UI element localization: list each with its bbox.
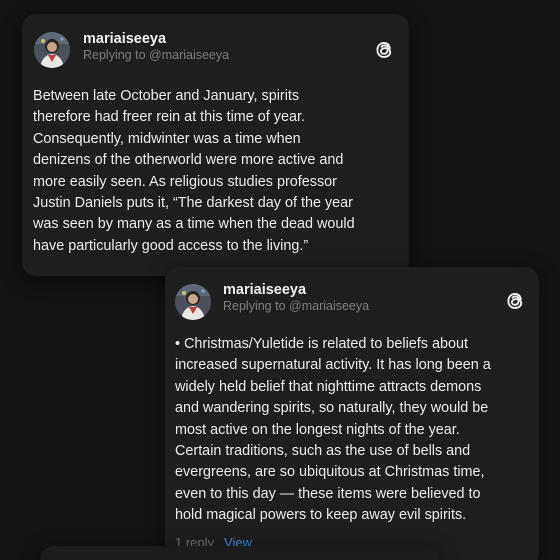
avatar-image <box>175 284 211 320</box>
post-username[interactable]: mariaiseeya <box>83 30 166 48</box>
post-card-2[interactable]: mariaiseeya Replying to @mariaiseeya • C… <box>165 267 539 560</box>
avatar[interactable] <box>175 284 211 320</box>
post-body: • Christmas/Yuletide is related to belie… <box>175 336 491 524</box>
avatar-image <box>34 32 70 68</box>
replying-to-label: Replying to @mariaiseeya <box>223 299 370 313</box>
post-card-1[interactable]: mariaiseeya Replying to @mariaiseeya Bet… <box>22 14 409 276</box>
thread-canvas: mariaiseeya Replying to @mariaiseeya Bet… <box>0 0 560 560</box>
avatar[interactable] <box>34 32 70 68</box>
replying-to-label: Replying to @mariaiseeya <box>83 48 230 62</box>
post-body: Between late October and January, spirit… <box>33 88 355 254</box>
threads-icon[interactable] <box>372 38 396 62</box>
post-card-3[interactable] <box>40 546 440 560</box>
post-username[interactable]: mariaiseeya <box>223 281 306 299</box>
threads-icon[interactable] <box>503 289 527 313</box>
